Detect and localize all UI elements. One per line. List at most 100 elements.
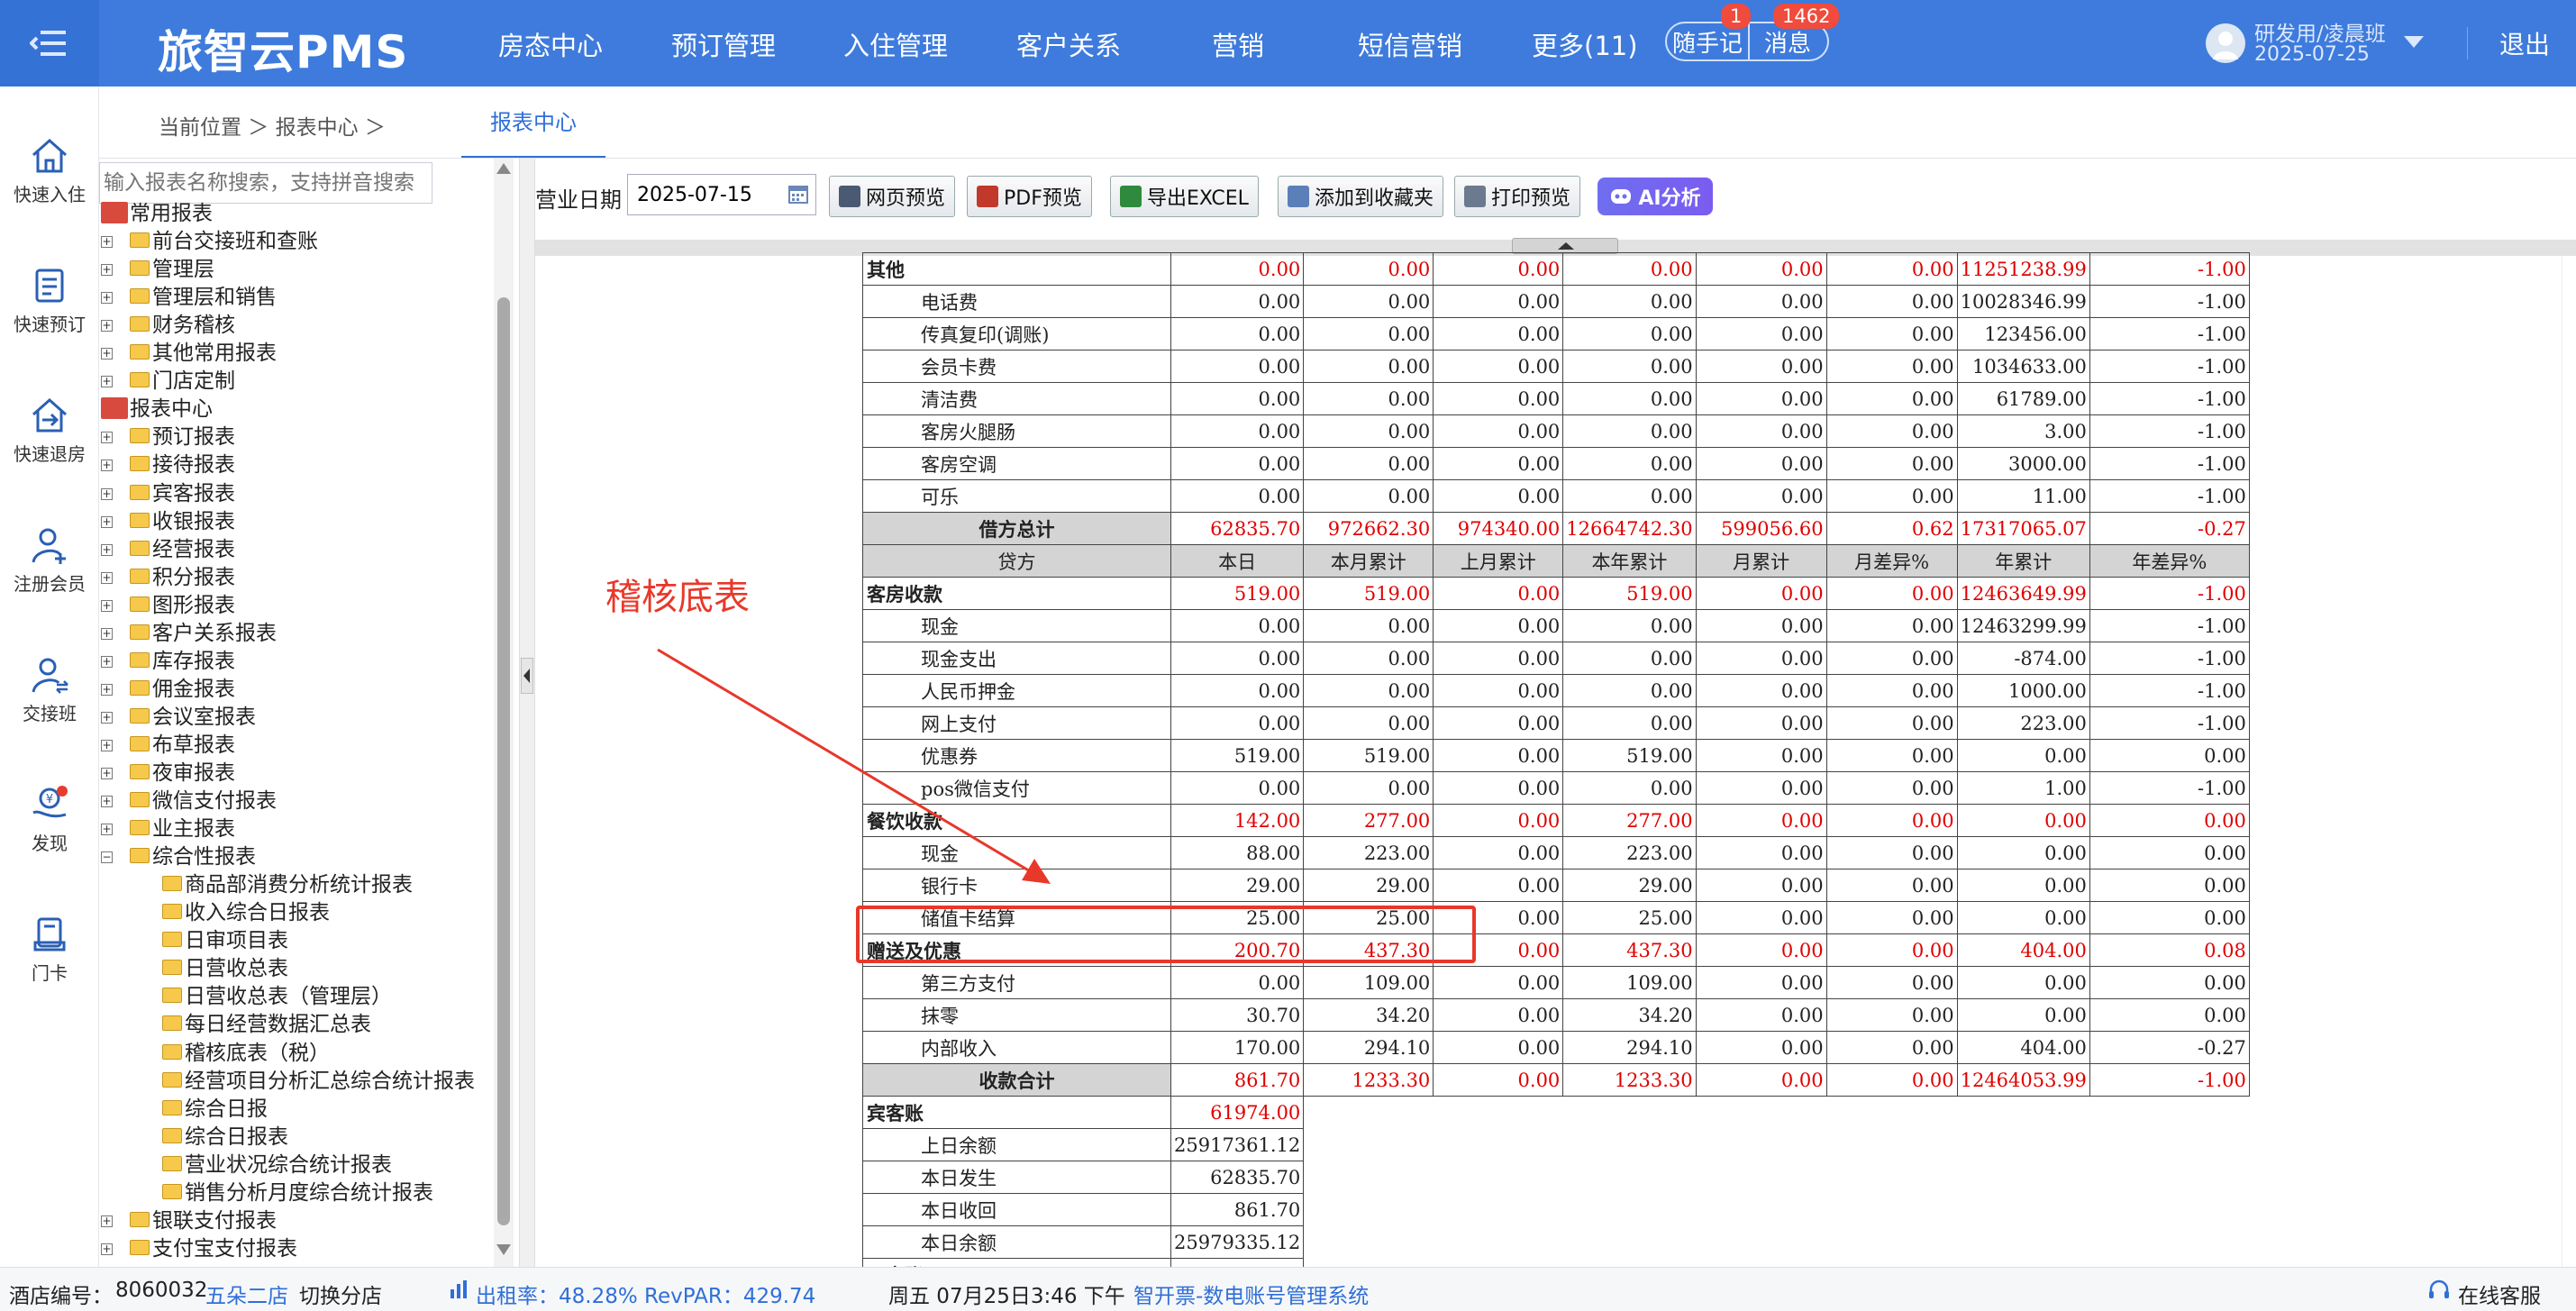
tree-node[interactable]: 经营项目分析汇总综合统计报表	[162, 1068, 475, 1096]
tree-expand-icon[interactable]: +	[101, 740, 113, 751]
tree-expand-icon[interactable]: +	[101, 712, 113, 724]
tree-node[interactable]: 综合日报	[162, 1096, 268, 1124]
tree-node[interactable]: 综合日报表	[162, 1124, 288, 1152]
tree-node[interactable]: + 客户关系报表	[101, 620, 277, 648]
tree-node[interactable]: − 综合性报表	[101, 843, 256, 871]
branch-name[interactable]: 五朵二店	[205, 1279, 288, 1309]
panel-splitter[interactable]	[519, 159, 535, 1267]
nav-room-status[interactable]: 房态中心	[498, 25, 603, 63]
tree-expand-icon[interactable]: +	[101, 516, 113, 528]
tree-node[interactable]: + 管理层	[101, 256, 214, 284]
tree-node[interactable]: 日审项目表	[162, 927, 288, 955]
tree-expand-icon[interactable]: +	[101, 600, 113, 612]
tree-node[interactable]: + 佣金报表	[101, 676, 235, 704]
tree-expand-icon[interactable]: +	[101, 544, 113, 556]
tree-expand-icon[interactable]: +	[101, 1243, 113, 1255]
room-card-button[interactable]: 门卡	[0, 915, 99, 985]
tree-expand-icon[interactable]: +	[101, 320, 113, 332]
pdf-preview-button[interactable]: PDF预览	[967, 176, 1092, 217]
print-preview-button[interactable]: 打印预览	[1454, 176, 1581, 217]
tree-expand-icon[interactable]: +	[101, 572, 113, 584]
menu-toggle-button[interactable]	[0, 0, 99, 86]
scroll-up-icon[interactable]	[496, 162, 512, 175]
collapse-left-icon[interactable]	[521, 658, 533, 694]
tree-collapse-icon[interactable]: −	[101, 851, 113, 863]
register-member-button[interactable]: 注册会员	[0, 526, 99, 596]
invoice-system-link[interactable]: 智开票-数电账号管理系统	[1133, 1279, 1369, 1309]
tree-expand-icon[interactable]: +	[101, 292, 113, 304]
tree-scrollbar-thumb[interactable]	[497, 297, 510, 1225]
tree-node[interactable]: + 接待报表	[101, 451, 235, 479]
tree-expand-icon[interactable]: +	[101, 236, 113, 248]
tree-node[interactable]: 稽核底表（税）	[162, 1040, 330, 1068]
tree-node[interactable]: 日营收总表	[162, 955, 288, 983]
quick-checkin-button[interactable]: 快速入住	[0, 137, 99, 206]
nav-more[interactable]: 更多(11)	[1532, 25, 1638, 63]
handover-button[interactable]: 交接班	[0, 656, 99, 725]
report-search-input[interactable]	[99, 162, 432, 204]
tree-node[interactable]: + 预订报表	[101, 423, 235, 451]
tree-node[interactable]: + 库存报表	[101, 648, 235, 676]
quick-booking-button[interactable]: 快速预订	[0, 267, 99, 336]
tree-expand-icon[interactable]: +	[101, 684, 113, 696]
tree-node[interactable]: + 图形报表	[101, 592, 235, 620]
tree-node[interactable]: 商品部消费分析统计报表	[162, 871, 413, 899]
tree-node[interactable]: 销售分析月度综合统计报表	[162, 1179, 433, 1207]
tab-report-center[interactable]: 报表中心	[461, 86, 605, 159]
ai-analysis-button[interactable]: AI分析	[1597, 178, 1713, 215]
tree-node[interactable]: + 业主报表	[101, 815, 235, 843]
tree-expand-icon[interactable]: +	[101, 824, 113, 835]
tree-expand-icon[interactable]: +	[101, 264, 113, 276]
tree-node[interactable]: + 会议室报表	[101, 704, 256, 732]
tree-node[interactable]: 常用报表	[101, 200, 213, 228]
nav-checkin[interactable]: 入住管理	[843, 25, 948, 63]
add-favorite-button[interactable]: 添加到收藏夹	[1278, 176, 1444, 217]
tree-node[interactable]: + 布草报表	[101, 732, 235, 760]
tree-node[interactable]: 日营收总表（管理层）	[162, 983, 392, 1011]
report-scrollbar[interactable]	[2562, 256, 2576, 1267]
tree-node[interactable]: + 收银报表	[101, 508, 235, 536]
avatar[interactable]	[2206, 23, 2245, 63]
tree-node[interactable]: + 支付宝支付报表	[101, 1235, 297, 1263]
switch-branch-link[interactable]: 切换分店	[299, 1279, 382, 1309]
tree-node[interactable]: 收入综合日报表	[162, 899, 330, 927]
tree-node[interactable]: + 积分报表	[101, 564, 235, 592]
tree-expand-icon[interactable]: +	[101, 348, 113, 360]
tree-node[interactable]: 报表中心	[101, 396, 213, 423]
quick-checkout-button[interactable]: 快速退房	[0, 396, 99, 466]
web-preview-button[interactable]: 网页预览	[829, 176, 956, 217]
tree-node[interactable]: + 经营报表	[101, 536, 235, 564]
tree-expand-icon[interactable]: +	[101, 488, 113, 500]
tree-expand-icon[interactable]: +	[101, 628, 113, 640]
tree-expand-icon[interactable]: +	[101, 1215, 113, 1227]
tree-expand-icon[interactable]: +	[101, 656, 113, 668]
export-excel-button[interactable]: 导出EXCEL	[1110, 176, 1259, 217]
tree-node[interactable]: 每日经营数据汇总表	[162, 1011, 371, 1039]
tree-expand-icon[interactable]: +	[101, 432, 113, 443]
nav-crm[interactable]: 客户关系	[1016, 25, 1121, 63]
tree-node[interactable]: + 夜审报表	[101, 760, 235, 788]
logout-button[interactable]: 退出	[2499, 25, 2550, 61]
calendar-icon[interactable]	[787, 183, 809, 205]
tree-expand-icon[interactable]: +	[101, 796, 113, 807]
nav-sms-marketing[interactable]: 短信营销	[1358, 25, 1462, 63]
online-service-link[interactable]: 在线客服	[2458, 1279, 2541, 1309]
nav-reservation[interactable]: 预订管理	[671, 25, 776, 63]
nav-marketing[interactable]: 营销	[1212, 25, 1264, 63]
tree-expand-icon[interactable]: +	[101, 376, 113, 387]
tree-node[interactable]: + 前台交接班和查账	[101, 228, 318, 256]
tree-node[interactable]: + 管理层和销售	[101, 284, 277, 312]
tree-node[interactable]: + 银联支付报表	[101, 1207, 277, 1235]
tree-node[interactable]: + 微信支付报表	[101, 788, 277, 815]
tree-expand-icon[interactable]: +	[101, 768, 113, 779]
chevron-down-icon[interactable]	[2404, 36, 2424, 49]
tree-node[interactable]: + 财务稽核	[101, 312, 235, 340]
tree-node[interactable]: 营业状况综合统计报表	[162, 1152, 392, 1179]
tree-node[interactable]: + 门店定制	[101, 368, 235, 396]
tree-node[interactable]: + 宾客报表	[101, 480, 235, 508]
report-cell: 0.00	[2089, 901, 2250, 934]
discover-button[interactable]: ¥ 发现	[0, 786, 99, 855]
scroll-down-icon[interactable]	[496, 1243, 512, 1256]
tree-expand-icon[interactable]: +	[101, 460, 113, 471]
tree-node[interactable]: + 其他常用报表	[101, 340, 277, 368]
